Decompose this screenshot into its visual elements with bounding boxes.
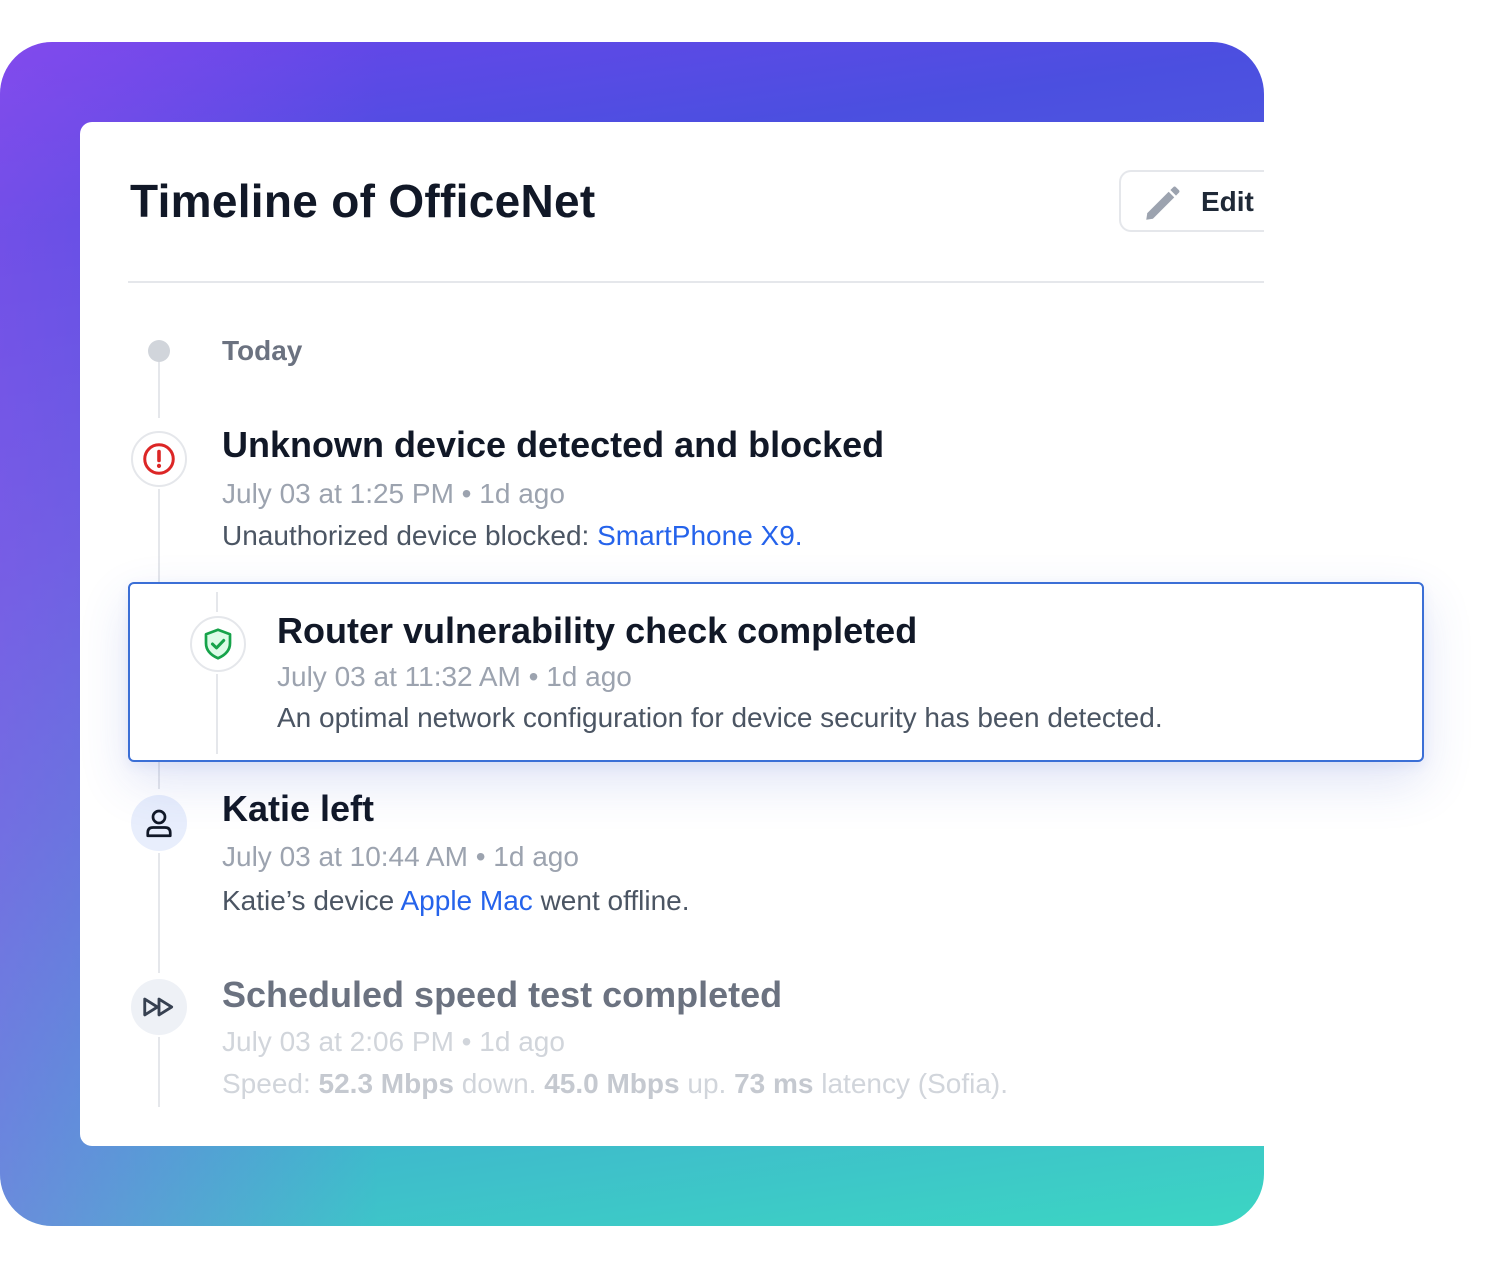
fast-forward-icon: [143, 997, 174, 1017]
timeline-rail: [158, 354, 160, 418]
device-link-smartphone[interactable]: SmartPhone X9.: [597, 520, 802, 551]
event-description: Unauthorized device blocked: SmartPhone …: [222, 520, 803, 552]
highlighted-event-card[interactable]: Router vulnerability check completed Jul…: [128, 582, 1424, 762]
event-icon-badge: [190, 616, 246, 672]
edit-button-label: Edit: [1201, 186, 1254, 217]
event-icon-badge: [131, 431, 187, 487]
event-timestamp: July 03 at 1:25 PM • 1d ago: [222, 478, 565, 509]
event-description-text: Unauthorized device blocked:: [222, 520, 598, 551]
event-description-text: went offline.: [532, 885, 690, 916]
edit-button[interactable]: Edit: [1119, 170, 1264, 232]
upload-speed-value: 45.0 Mbps: [544, 1068, 680, 1099]
event-icon-badge: [131, 795, 187, 851]
timeline-rail: [216, 592, 218, 612]
event-description: Katie’s device Apple Mac went offline.: [222, 885, 690, 917]
speed-text: up.: [679, 1068, 735, 1099]
alert-circle-icon: [143, 443, 175, 475]
event-title: Unknown device detected and blocked: [222, 424, 885, 465]
speed-text: Speed:: [222, 1068, 319, 1099]
download-speed-value: 52.3 Mbps: [318, 1068, 454, 1099]
today-marker-dot: [148, 340, 170, 362]
event-title: Katie left: [222, 788, 375, 829]
event-description: An optimal network configuration for dev…: [277, 702, 1163, 733]
event-title: Scheduled speed test completed: [222, 974, 783, 1015]
event-timestamp: July 03 at 2:06 PM • 1d ago: [222, 1026, 565, 1057]
event-timestamp: July 03 at 10:44 AM • 1d ago: [222, 841, 579, 872]
event-icon-badge: [131, 979, 187, 1035]
event-description: Speed: 52.3 Mbps down. 45.0 Mbps up. 73 …: [222, 1068, 1008, 1100]
group-label-today: Today: [222, 335, 303, 366]
timeline-rail: [158, 1037, 160, 1107]
event-timestamp: July 03 at 11:32 AM • 1d ago: [277, 661, 632, 692]
event-description-text: Katie’s device: [222, 885, 401, 916]
device-link-apple-mac[interactable]: Apple Mac: [401, 885, 533, 916]
speed-text: down.: [453, 1068, 545, 1099]
timeline-rail: [216, 674, 218, 754]
pencil-icon: [1146, 186, 1180, 220]
event-title: Router vulnerability check completed: [277, 610, 918, 651]
page-title: Timeline of OfficeNet: [130, 175, 596, 227]
user-icon: [146, 809, 172, 838]
latency-value: 73 ms: [734, 1068, 814, 1099]
speed-text: latency (Sofia).: [813, 1068, 1009, 1099]
shield-check-icon: [204, 628, 232, 660]
timeline-rail: [158, 853, 160, 973]
header-divider: [128, 281, 1264, 283]
